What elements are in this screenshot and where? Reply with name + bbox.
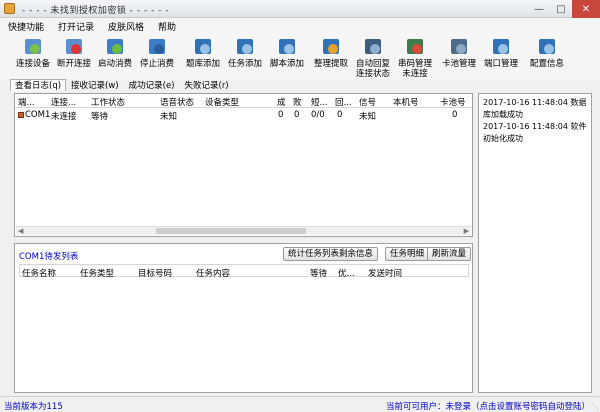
log-panel: 2017-10-16 11:48:04 数据库加载成功 2017-10-16 1… bbox=[478, 93, 592, 393]
config-info-icon bbox=[536, 37, 558, 57]
queue-table-header: 任务名称 任务类型 目标号码 任务内容 等待 优... 发送时间 bbox=[19, 264, 469, 279]
organize-button[interactable]: 整理提取 bbox=[314, 37, 348, 79]
minimize-icon[interactable]: — bbox=[528, 0, 550, 18]
device-table-header: 端... 连接... 工作状态 语音状态 设备类型 成 败 短... 回... … bbox=[15, 94, 472, 108]
col-fail[interactable]: 败 bbox=[293, 96, 302, 108]
window-title: - - - - 未找到授权加密锁 - - - - - - bbox=[22, 6, 170, 16]
cell-work-status: 等待 bbox=[91, 112, 109, 122]
script-add-icon bbox=[276, 37, 298, 57]
scroll-right-icon[interactable]: ▶ bbox=[464, 227, 469, 235]
menu-help[interactable]: 帮助 bbox=[158, 20, 176, 33]
cell-signal: 未知 bbox=[359, 112, 377, 122]
connection-status-value: 未连接 bbox=[402, 69, 428, 79]
toolbar: 连接设备 断开连接 启动消费 停止消费 题库添加 任务添加 脚本添加 整理提取 … bbox=[0, 35, 600, 79]
connect-device-icon bbox=[22, 37, 44, 57]
connect-device-button[interactable]: 连接设备 bbox=[16, 37, 50, 79]
col-target-number[interactable]: 目标号码 bbox=[138, 267, 172, 279]
start-consume-button[interactable]: 启动消费 bbox=[98, 37, 132, 79]
tab-failed[interactable]: 失败记录(r) bbox=[180, 79, 234, 91]
app-icon bbox=[4, 3, 15, 14]
script-add-button[interactable]: 脚本添加 bbox=[270, 37, 304, 79]
table-row[interactable]: COM1 未连接 等待 未知 0 0 0/0 0 未知 0 bbox=[15, 109, 472, 122]
col-device-type[interactable]: 设备类型 bbox=[205, 96, 239, 108]
horizontal-scrollbar[interactable]: ◀ ▶ bbox=[16, 226, 471, 235]
disconnect-icon bbox=[63, 37, 85, 57]
menu-bar: 快捷功能 打开记录 皮肤风格 帮助 bbox=[0, 18, 600, 35]
col-card-pool[interactable]: 卡池号 bbox=[440, 96, 466, 108]
connection-status-label: 连接状态 bbox=[356, 69, 391, 79]
stop-consume-button[interactable]: 停止消费 bbox=[140, 37, 174, 79]
col-wait[interactable]: 等待 bbox=[310, 267, 327, 279]
resize-grip-icon[interactable]: ⋱ bbox=[592, 403, 599, 411]
status-bar: 当前版本为115 当前可可用户：未登录（点击设置账号密码自动登陆） ⋱ bbox=[0, 396, 600, 412]
cell-port: COM1 bbox=[18, 110, 50, 120]
tab-success[interactable]: 成功记录(e) bbox=[124, 79, 180, 91]
col-port[interactable]: 端... bbox=[18, 96, 40, 108]
close-icon[interactable]: ✕ bbox=[572, 0, 600, 18]
col-work-status[interactable]: 工作状态 bbox=[91, 96, 125, 108]
col-reply[interactable]: 回... bbox=[335, 96, 352, 108]
disconnect-button[interactable]: 断开连接 bbox=[57, 37, 91, 79]
cell-fail: 0 bbox=[294, 110, 300, 120]
stats-remaining-button[interactable]: 统计任务列表剩余信息 bbox=[283, 247, 379, 261]
stop-consume-icon bbox=[146, 37, 168, 57]
log-line: 2017-10-16 11:48:04 数据库加载成功 bbox=[483, 98, 587, 119]
scrollbar-thumb[interactable] bbox=[156, 228, 306, 234]
port-manage-button[interactable]: 端口管理 bbox=[484, 37, 518, 79]
col-connect[interactable]: 连接... bbox=[51, 96, 83, 108]
cell-connect: 未连接 bbox=[51, 112, 77, 122]
card-pool-button[interactable]: 卡池管理 bbox=[442, 37, 476, 79]
col-sms[interactable]: 短... bbox=[311, 96, 328, 108]
col-voice-status[interactable]: 语音状态 bbox=[160, 96, 194, 108]
task-add-icon bbox=[234, 37, 256, 57]
login-status-link[interactable]: 当前可可用户：未登录（点击设置账号密码自动登陆） bbox=[386, 400, 590, 412]
scroll-left-icon[interactable]: ◀ bbox=[18, 227, 23, 235]
port-icon bbox=[18, 111, 24, 118]
col-task-content[interactable]: 任务内容 bbox=[196, 267, 230, 279]
menu-skin[interactable]: 皮肤风格 bbox=[108, 20, 144, 33]
col-send-time[interactable]: 发送时间 bbox=[368, 267, 402, 279]
serial-manage-button[interactable]: 串码管理 未连接 bbox=[398, 37, 432, 79]
cell-voice-status: 未知 bbox=[160, 112, 178, 122]
auto-reply-icon bbox=[362, 37, 384, 57]
col-task-type[interactable]: 任务类型 bbox=[80, 267, 114, 279]
cell-success: 0 bbox=[278, 110, 284, 120]
device-table: 端... 连接... 工作状态 语音状态 设备类型 成 败 短... 回... … bbox=[14, 93, 473, 237]
log-line: 2017-10-16 11:48:04 软件初始化成功 bbox=[483, 122, 587, 143]
col-success[interactable]: 成 bbox=[277, 96, 286, 108]
log-tabs: 查看日志(q) 接收记录(w) 成功记录(e) 失败记录(r) bbox=[0, 79, 600, 91]
cell-card-pool: 0 bbox=[452, 110, 458, 120]
tab-received[interactable]: 接收记录(w) bbox=[66, 79, 124, 91]
auto-reply-button[interactable]: 自动回复 连接状态 bbox=[356, 37, 390, 79]
queue-title: COM1待发列表 bbox=[19, 252, 79, 262]
task-detail-button[interactable]: 任务明细 bbox=[385, 247, 430, 261]
window-controls: — □ ✕ bbox=[528, 0, 600, 18]
queue-panel: COM1待发列表 统计任务列表剩余信息 任务明细 刷新流量 任务名称 任务类型 … bbox=[14, 243, 473, 393]
col-signal[interactable]: 信号 bbox=[359, 96, 376, 108]
serial-manage-icon bbox=[404, 37, 426, 57]
col-task-name[interactable]: 任务名称 bbox=[22, 267, 56, 279]
version-text: 当前版本为115 bbox=[4, 402, 63, 412]
col-priority[interactable]: 优... bbox=[338, 267, 355, 279]
col-local-number[interactable]: 本机号 bbox=[393, 96, 419, 108]
refresh-flow-button[interactable]: 刷新流量 bbox=[427, 247, 472, 261]
cell-sms: 0/0 bbox=[311, 110, 325, 120]
task-add-button[interactable]: 任务添加 bbox=[228, 37, 262, 79]
menu-quick[interactable]: 快捷功能 bbox=[8, 20, 44, 33]
title-bar: - - - - 未找到授权加密锁 - - - - - - — □ ✕ bbox=[0, 0, 600, 18]
cell-reply: 0 bbox=[337, 110, 343, 120]
config-info-button[interactable]: 配置信息 bbox=[530, 37, 564, 79]
start-consume-icon bbox=[104, 37, 126, 57]
port-manage-icon bbox=[490, 37, 512, 57]
tab-view-log[interactable]: 查看日志(q) bbox=[10, 79, 67, 91]
menu-open-record[interactable]: 打开记录 bbox=[58, 20, 94, 33]
question-bank-button[interactable]: 题库添加 bbox=[186, 37, 220, 79]
maximize-icon[interactable]: □ bbox=[550, 0, 572, 18]
question-bank-icon bbox=[192, 37, 214, 57]
organize-icon bbox=[320, 37, 342, 57]
card-pool-icon bbox=[448, 37, 470, 57]
